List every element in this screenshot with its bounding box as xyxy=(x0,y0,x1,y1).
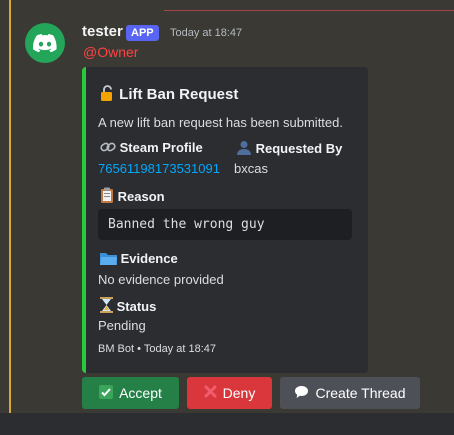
chat-bottom-bar xyxy=(0,413,454,435)
new-messages-divider xyxy=(164,10,454,11)
discord-logo-icon xyxy=(33,34,57,52)
field-reason-name: Reason xyxy=(100,187,165,204)
field-evidence-name: Evidence xyxy=(100,251,178,266)
unlock-icon xyxy=(100,85,115,103)
embed-title-row: Lift Ban Request xyxy=(100,85,238,103)
embed-card: Lift Ban Request A new lift ban request … xyxy=(82,67,368,373)
username[interactable]: tester xyxy=(82,23,123,40)
field-steam-profile-name: Steam Profile xyxy=(100,140,203,155)
user-icon xyxy=(236,140,252,156)
field-status-name: Status xyxy=(100,297,156,314)
mention-bar xyxy=(9,0,11,413)
folder-icon xyxy=(100,251,117,266)
hourglass-icon xyxy=(100,297,113,314)
x-icon xyxy=(204,385,217,401)
embed-description: A new lift ban request has been submitte… xyxy=(98,115,343,130)
speech-bubble-icon xyxy=(294,385,309,402)
deny-button[interactable]: Deny xyxy=(187,377,272,409)
owner-role-mention[interactable]: @Owner xyxy=(83,44,138,60)
evidence-value: No evidence provided xyxy=(98,272,224,287)
embed-footer: BM Bot • Today at 18:47 xyxy=(98,343,216,355)
requested-by-value: bxcas xyxy=(234,161,268,176)
steam-profile-link[interactable]: 76561198173531091 xyxy=(98,161,220,176)
check-icon xyxy=(99,384,114,402)
avatar[interactable] xyxy=(25,23,65,63)
reason-codeblock: Banned the wrong guy xyxy=(98,209,352,240)
reason-value: Banned the wrong guy xyxy=(108,217,265,232)
clipboard-icon xyxy=(100,187,114,204)
create-thread-button[interactable]: Create Thread xyxy=(280,377,420,409)
link-icon xyxy=(100,140,116,155)
field-requested-by-name: Requested By xyxy=(236,140,342,156)
app-badge: APP xyxy=(126,25,159,41)
embed-title: Lift Ban Request xyxy=(119,86,239,103)
message-timestamp: Today at 18:47 xyxy=(170,27,243,39)
status-value: Pending xyxy=(98,318,146,333)
accept-button[interactable]: Accept xyxy=(82,377,179,409)
